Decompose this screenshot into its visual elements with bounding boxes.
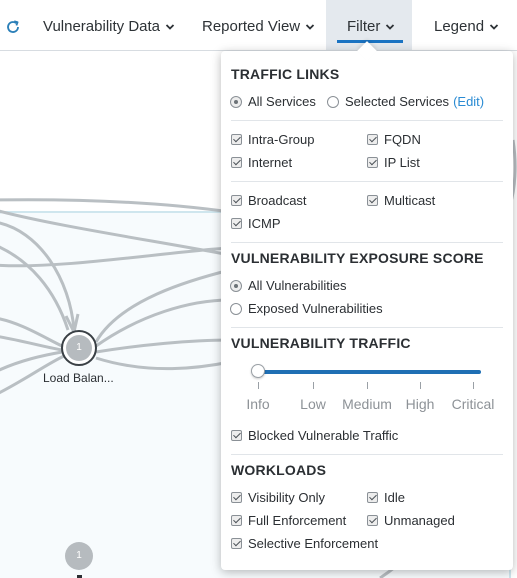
divider [231, 327, 503, 328]
checkbox-intra-group-label: Intra-Group [248, 132, 315, 147]
menu-filter[interactable]: Filter [347, 18, 395, 35]
checkbox-checked-icon [367, 134, 378, 145]
divider [231, 181, 503, 182]
checkbox-checked-icon [231, 157, 242, 168]
checkbox-ip-list[interactable]: IP List [367, 155, 420, 170]
checkbox-fqdn[interactable]: FQDN [367, 132, 421, 147]
radio-selected-services-label: Selected Services [345, 94, 450, 109]
filter-dropdown-panel: TRAFFIC LINKS All Services Selected Serv… [221, 51, 513, 570]
menu-legend-label: Legend [434, 18, 485, 35]
severity-level-high: High [405, 396, 435, 412]
slider-tick [367, 382, 368, 389]
checkbox-checked-icon [367, 195, 378, 206]
checkbox-full-enforcement-label: Full Enforcement [248, 513, 347, 528]
radio-exposed-vulnerabilities-label: Exposed Vulnerabilities [248, 301, 383, 316]
radio-selected-icon [230, 279, 242, 292]
severity-slider-thumb[interactable] [251, 364, 265, 378]
checkbox-idle-label: Idle [384, 490, 405, 505]
checkbox-selective-enforcement-label: Selective Enforcement [248, 536, 379, 551]
checkbox-checked-icon [231, 538, 242, 549]
checkbox-checked-icon [367, 492, 378, 503]
radio-selected-services[interactable]: Selected Services (Edit) [327, 94, 484, 109]
radio-unselected-icon [327, 95, 339, 108]
checkbox-icmp[interactable]: ICMP [231, 216, 281, 231]
chevron-down-icon [386, 24, 395, 30]
severity-level-low: Low [300, 396, 326, 412]
checkbox-broadcast-label: Broadcast [248, 193, 307, 208]
checkbox-internet[interactable]: Internet [231, 155, 292, 170]
menu-filter-label: Filter [347, 18, 381, 35]
active-tab-underline [337, 40, 403, 43]
checkbox-broadcast[interactable]: Broadcast [231, 193, 307, 208]
checkbox-blocked-vulnerable-traffic[interactable]: Blocked Vulnerable Traffic [231, 428, 398, 443]
radio-all-services[interactable]: All Services [230, 94, 316, 109]
divider [231, 242, 503, 243]
checkbox-checked-icon [231, 134, 242, 145]
edit-services-link[interactable]: (Edit) [453, 94, 484, 109]
severity-level-info: Info [246, 396, 270, 412]
menu-reported-view-label: Reported View [202, 18, 301, 35]
checkbox-multicast-label: Multicast [384, 193, 436, 208]
checkbox-checked-icon [231, 492, 242, 503]
checkbox-multicast[interactable]: Multicast [367, 193, 435, 208]
checkbox-checked-icon [231, 515, 242, 526]
checkbox-visibility-only[interactable]: Visibility Only [231, 490, 325, 505]
radio-all-services-label: All Services [248, 94, 316, 109]
section-title-vulnerability-traffic: VULNERABILITY TRAFFIC [231, 335, 411, 351]
radio-unselected-icon [230, 302, 242, 315]
radio-exposed-vulnerabilities[interactable]: Exposed Vulnerabilities [230, 301, 383, 316]
chevron-down-icon [165, 24, 175, 30]
checkbox-full-enforcement[interactable]: Full Enforcement [231, 513, 346, 528]
checkbox-checked-icon [231, 430, 242, 441]
menu-legend[interactable]: Legend [434, 18, 499, 35]
section-title-exposure-score: VULNERABILITY EXPOSURE SCORE [231, 250, 484, 266]
checkbox-ip-list-label: IP List [384, 155, 420, 170]
refresh-icon[interactable] [5, 19, 21, 35]
node-count-badge: 1 [76, 342, 82, 353]
top-toolbar: Vulnerability Data Reported View Filter … [0, 0, 517, 51]
node-label: Load Balan... [43, 371, 114, 385]
menu-reported-view[interactable]: Reported View [202, 18, 315, 35]
severity-level-medium: Medium [342, 396, 392, 412]
radio-selected-icon [230, 95, 242, 108]
checkbox-checked-icon [367, 157, 378, 168]
checkbox-checked-icon [231, 218, 242, 229]
menu-vulnerability-data-label: Vulnerability Data [43, 18, 161, 35]
checkbox-unmanaged[interactable]: Unmanaged [367, 513, 455, 528]
menu-vulnerability-data[interactable]: Vulnerability Data [43, 18, 175, 35]
checkbox-intra-group[interactable]: Intra-Group [231, 132, 314, 147]
slider-tick [313, 382, 314, 389]
chevron-down-icon [305, 24, 315, 30]
radio-all-vulnerabilities[interactable]: All Vulnerabilities [230, 278, 347, 293]
checkbox-visibility-only-label: Visibility Only [248, 490, 326, 505]
checkbox-internet-label: Internet [248, 155, 293, 170]
slider-tick [258, 382, 259, 389]
severity-slider-track[interactable] [258, 370, 481, 374]
checkbox-blocked-vulnerable-traffic-label: Blocked Vulnerable Traffic [248, 428, 399, 443]
checkbox-unmanaged-label: Unmanaged [384, 513, 455, 528]
slider-tick [420, 382, 421, 389]
severity-level-critical: Critical [451, 396, 495, 412]
divider [231, 120, 503, 121]
checkbox-fqdn-label: FQDN [384, 132, 421, 147]
section-title-traffic-links: TRAFFIC LINKS [231, 66, 340, 82]
checkbox-checked-icon [367, 515, 378, 526]
radio-all-vulnerabilities-label: All Vulnerabilities [248, 278, 347, 293]
checkbox-idle[interactable]: Idle [367, 490, 405, 505]
checkbox-icmp-label: ICMP [248, 216, 281, 231]
checkbox-checked-icon [231, 195, 242, 206]
slider-tick [473, 382, 474, 389]
chevron-down-icon [489, 24, 499, 30]
node-count-badge: 1 [76, 550, 82, 561]
checkbox-selective-enforcement[interactable]: Selective Enforcement [231, 536, 378, 551]
section-title-workloads: WORKLOADS [231, 462, 327, 478]
divider [231, 454, 503, 455]
